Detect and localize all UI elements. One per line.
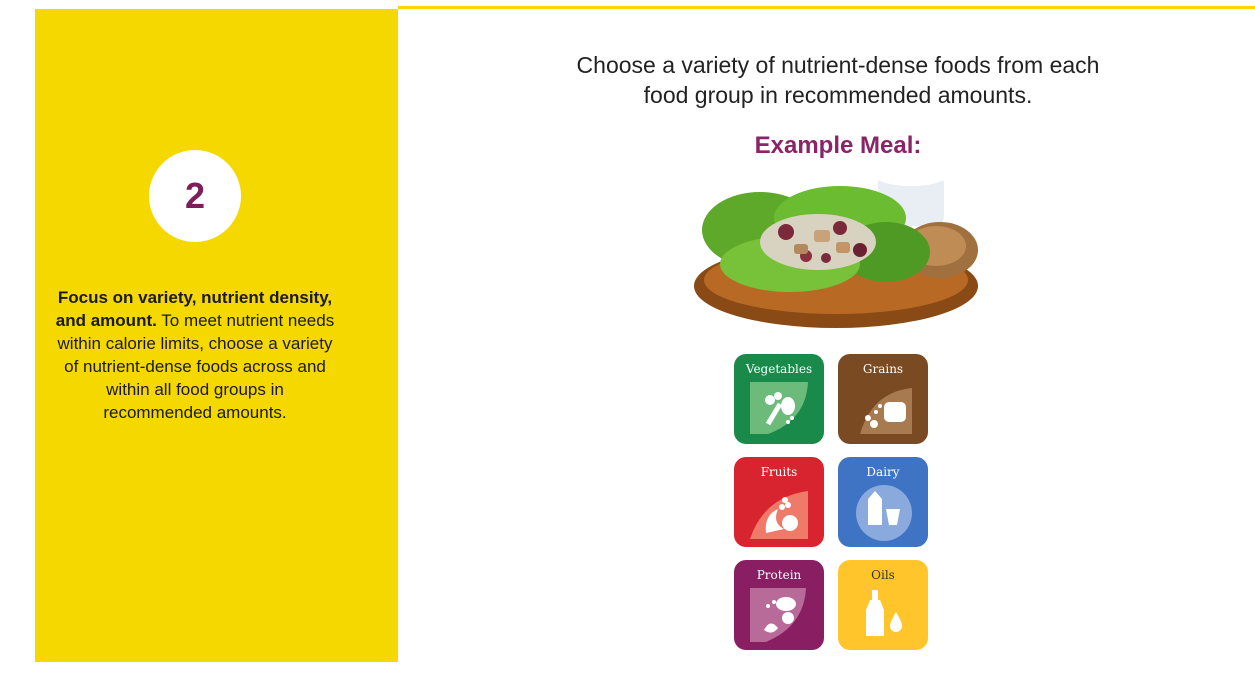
food-group-label: Fruits <box>760 465 798 479</box>
food-group-grains: Grains <box>838 354 928 444</box>
example-meal-image <box>694 170 978 328</box>
food-group-dairy: Dairy <box>838 457 928 547</box>
food-group-label: Oils <box>871 568 895 582</box>
intro-text: Choose a variety of nutrient-dense foods… <box>528 50 1148 110</box>
step-description: Focus on variety, nutrient density, and … <box>50 286 340 424</box>
food-group-oils: Oils <box>838 560 928 650</box>
food-group-protein: Protein <box>734 560 824 650</box>
intro-line-2: food group in recommended amounts. <box>643 82 1033 108</box>
step-number-badge: 2 <box>149 150 241 242</box>
step-number: 2 <box>184 175 206 216</box>
intro-line-1: Choose a variety of nutrient-dense foods… <box>576 52 1100 78</box>
food-group-label: Protein <box>756 568 802 582</box>
food-group-vegetables: Vegetables <box>734 354 824 444</box>
meal-title: Example Meal: <box>754 132 922 159</box>
top-divider <box>398 6 1255 9</box>
food-group-label: Grains <box>862 362 904 376</box>
food-group-label: Vegetables <box>745 362 813 376</box>
food-group-fruits: Fruits <box>734 457 824 547</box>
food-group-label: Dairy <box>866 465 900 479</box>
